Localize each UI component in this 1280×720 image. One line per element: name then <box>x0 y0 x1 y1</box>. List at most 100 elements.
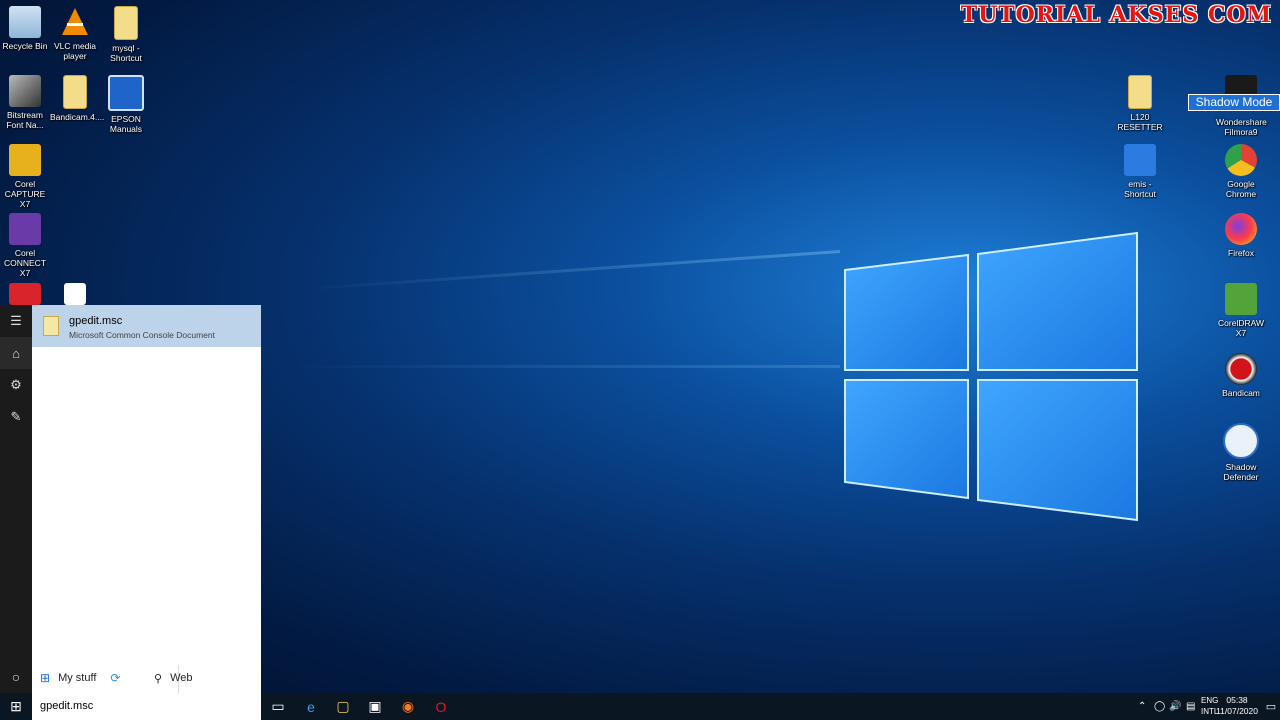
msc-file-icon <box>43 316 59 336</box>
home-icon[interactable]: ⌂ <box>0 337 32 369</box>
loading-cursor-icon: ⟳ <box>110 671 121 685</box>
desktop-icon-bandicam-file[interactable]: Bandicam.4.... <box>50 75 105 122</box>
taskbar-opera-button[interactable]: O <box>425 693 457 720</box>
bandicam-icon <box>1225 353 1257 385</box>
coreldraw-icon <box>1225 283 1257 315</box>
feedback-icon[interactable]: ✎ <box>0 401 32 433</box>
light-beam <box>301 250 841 291</box>
desktop-icon-label: Google Chrome <box>1225 179 1257 199</box>
desktop-icon-label: CorelDRAW X7 <box>1218 318 1264 338</box>
result-name: gpedit.msc <box>69 315 123 327</box>
tray-network-button[interactable]: ▤ <box>1186 693 1195 720</box>
clock-time: 05:38 <box>1226 695 1248 705</box>
firefox-icon <box>1225 213 1257 245</box>
shield-icon: ◯ <box>1154 701 1166 712</box>
vlc-icon <box>59 6 91 38</box>
windows-logo-icon: ⊞ <box>40 671 51 685</box>
windows-wallpaper-logo <box>840 230 1140 525</box>
app-icon <box>9 283 41 305</box>
tray-volume-button[interactable]: 🔊 <box>1169 693 1181 720</box>
desktop-icon-label: mysql - Shortcut <box>110 43 142 63</box>
desktop-icon-mysql-shortcut[interactable]: mysql - Shortcut <box>101 6 151 63</box>
windows-start-icon: ⊞ <box>10 698 22 714</box>
desktop-icon-chrome[interactable]: Google Chrome <box>1216 144 1266 199</box>
scope-web-label: Web <box>170 672 193 684</box>
desktop-icon-coreldraw[interactable]: CorelDRAW X7 <box>1216 283 1266 338</box>
desktop-icon-bitstream[interactable]: Bitstream Font Na... <box>0 75 50 130</box>
desktop-icon-shadow-defender[interactable]: Shadow Defender <box>1216 423 1266 482</box>
desktop-icon-label: Firefox <box>1228 248 1254 258</box>
folder-icon: ▢ <box>336 698 350 714</box>
taskbar-clock[interactable]: 05:38 11/07/2020 <box>1216 695 1258 717</box>
start-button[interactable]: ⊞ <box>0 693 32 720</box>
chrome-icon <box>1225 144 1257 176</box>
taskbar-file-explorer-button[interactable]: ▢ <box>327 693 359 720</box>
desktop-icon-label: Recycle Bin <box>2 41 48 51</box>
desktop-icon-vlc[interactable]: VLC media player <box>50 6 100 61</box>
opera-icon: O <box>435 698 447 715</box>
desktop-icon-label: VLC media player <box>53 41 97 61</box>
search-query-text: gpedit.msc <box>40 700 94 712</box>
tray-security-button[interactable]: ◯ <box>1154 693 1165 720</box>
action-center-button[interactable]: ▭ <box>1262 693 1280 720</box>
desktop-icon-emis[interactable]: emis - Shortcut <box>1115 144 1165 199</box>
desktop-icon-label: Bandicam <box>1222 388 1260 398</box>
result-type: Microsoft Common Console Document <box>69 330 215 340</box>
desktop-icon-l120-resetter[interactable]: L120 RESETTER <box>1115 75 1165 132</box>
network-icon: ▤ <box>1186 701 1196 712</box>
desktop-icon-corel-capture[interactable]: Corel CAPTURE X7 <box>0 144 50 209</box>
emis-icon <box>1124 144 1156 176</box>
desktop-icon-bandicam[interactable]: Bandicam <box>1216 353 1266 398</box>
scope-web-button[interactable]: ⚲ Web <box>154 663 254 693</box>
search-result-item[interactable]: gpedit.msc Microsoft Common Console Docu… <box>32 305 261 347</box>
light-beam <box>280 365 840 368</box>
volume-icon: 🔊 <box>1169 701 1182 712</box>
corel-connect-icon <box>9 213 41 245</box>
taskbar-firefox-button[interactable]: ◉ <box>392 693 424 720</box>
desktop-icon-firefox[interactable]: Firefox <box>1216 213 1266 258</box>
desktop-icon-label: Corel CONNECT X7 <box>3 248 47 278</box>
recycle-bin-icon <box>9 6 41 38</box>
scope-my-stuff-button[interactable]: ⊞ My stuff ⟳ <box>40 663 170 693</box>
taskbar-search-input[interactable]: gpedit.msc <box>32 693 261 720</box>
desktop-icon-recycle-bin[interactable]: Recycle Bin <box>0 6 50 51</box>
store-icon: ▣ <box>368 698 382 714</box>
desktop-icon-label: Bandicam.4.... <box>50 112 105 122</box>
scope-my-stuff-label: My stuff <box>58 672 97 684</box>
chevron-up-icon: ⌃ <box>1138 701 1147 712</box>
desktop-icon-label: emis - Shortcut <box>1124 179 1156 199</box>
task-view-button[interactable]: ▭ <box>262 693 294 720</box>
folder-icon <box>1128 75 1152 109</box>
desktop-icon-corel-connect[interactable]: Corel CONNECT X7 <box>0 213 50 278</box>
search-results-panel: gpedit.msc Microsoft Common Console Docu… <box>32 305 261 693</box>
notification-icon: ▭ <box>1265 701 1277 713</box>
task-view-icon: ▭ <box>271 698 285 714</box>
firefox-icon: ◉ <box>401 698 415 714</box>
cortana-circle-icon[interactable]: ○ <box>0 661 32 693</box>
clock-date: 11/07/2020 <box>1216 706 1258 716</box>
bandicam-file-icon <box>63 75 87 109</box>
gear-icon[interactable]: ⚙ <box>0 369 32 401</box>
hamburger-menu-icon[interactable]: ☰ <box>0 305 32 337</box>
desktop-icon-label: EPSON Manuals <box>109 114 143 134</box>
watermark-text: TUTORIAL AKSES COM <box>960 2 1272 28</box>
epson-icon <box>108 75 144 111</box>
desktop-icon-label: Bitstream Font Na... <box>6 110 44 130</box>
desktop-icon-label: Shadow Defender <box>1223 462 1259 482</box>
taskbar-store-button[interactable]: ▣ <box>359 693 391 720</box>
bitstream-icon <box>9 75 41 107</box>
desktop-icon-label: Wondershare Filmora9 <box>1216 117 1267 137</box>
show-hidden-icons-button[interactable]: ⌃ <box>1138 693 1146 720</box>
shadow-mode-tooltip: Shadow Mode <box>1188 94 1280 111</box>
start-rail: ☰ ⌂ ⚙ ✎ ○ <box>0 305 32 693</box>
taskbar-edge-button[interactable]: e <box>295 693 327 720</box>
desktop-icon-label: Corel CAPTURE X7 <box>4 179 46 209</box>
desktop-icon-epson[interactable]: EPSON Manuals <box>101 75 151 134</box>
folder-icon <box>114 6 138 40</box>
search-icon: ⚲ <box>154 672 163 685</box>
edge-icon: e <box>307 698 315 715</box>
corel-capture-icon <box>9 144 41 176</box>
desktop-icon-label: L120 RESETTER <box>1117 112 1163 132</box>
shadow-defender-icon <box>1223 423 1259 459</box>
file-icon <box>64 283 86 305</box>
